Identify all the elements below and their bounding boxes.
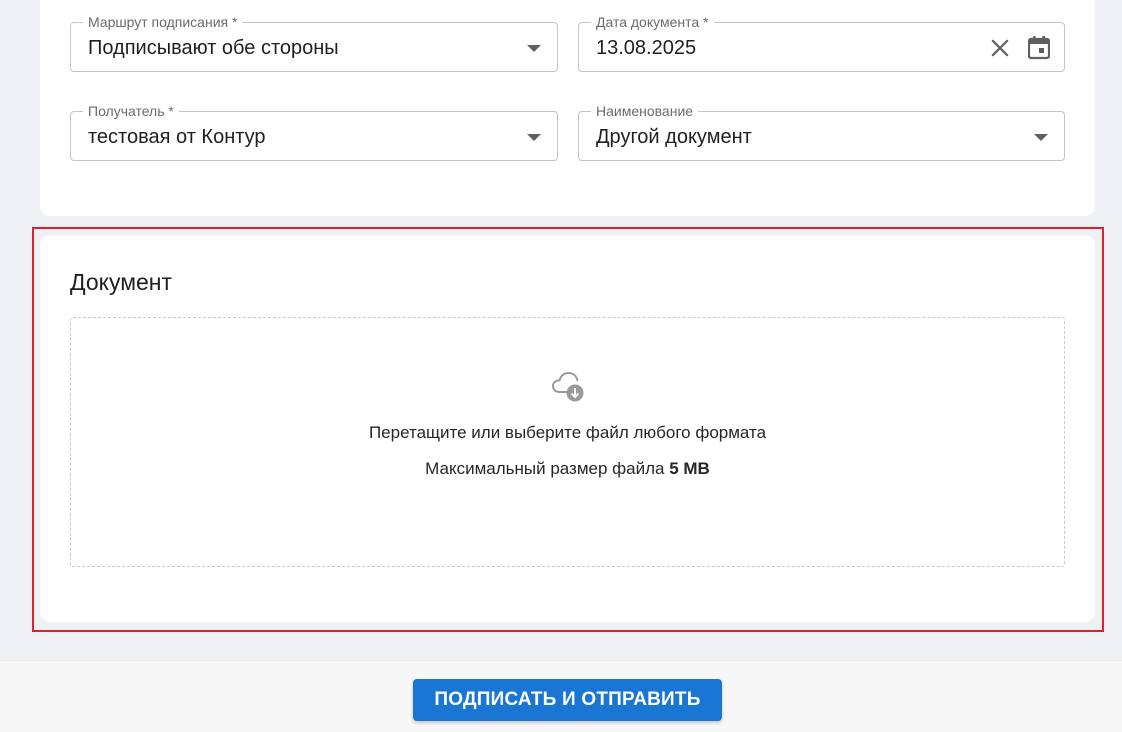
name-value: Другой документ xyxy=(596,126,752,148)
file-dropzone[interactable]: Перетащите или выберите файл любого форм… xyxy=(70,317,1065,567)
document-section-title: Документ xyxy=(70,269,173,295)
chevron-down-icon[interactable] xyxy=(527,45,541,52)
max-size-value: 5 MB xyxy=(669,459,710,478)
route-select[interactable]: Маршрут подписания * Подписывают обе сто… xyxy=(70,14,558,72)
document-date-field[interactable]: Дата документа * 13.08.2025 xyxy=(578,14,1065,72)
recipient-label: Получатель * xyxy=(83,103,179,119)
cloud-upload-icon xyxy=(551,368,587,404)
document-form-card: Маршрут подписания * Подписывают обе сто… xyxy=(40,0,1095,216)
route-value: Подписывают обе стороны xyxy=(88,37,339,59)
calendar-icon[interactable] xyxy=(1026,35,1052,61)
date-label: Дата документа * xyxy=(591,14,714,30)
recipient-value: тестовая от Контур xyxy=(88,126,266,148)
page: Маршрут подписания * Подписывают обе сто… xyxy=(0,0,1122,732)
route-label: Маршрут подписания * xyxy=(83,14,243,30)
recipient-select[interactable]: Получатель * тестовая от Контур xyxy=(70,103,558,161)
bottom-action-bar: ПОДПИСАТЬ И ОТПРАВИТЬ xyxy=(0,660,1122,732)
sign-and-send-button[interactable]: ПОДПИСАТЬ И ОТПРАВИТЬ xyxy=(413,679,722,721)
clear-icon[interactable] xyxy=(987,35,1013,61)
dropzone-max-size: Максимальный размер файла 5 MB xyxy=(71,458,1064,480)
max-size-prefix: Максимальный размер файла xyxy=(425,459,670,478)
name-label: Наименование xyxy=(591,103,699,119)
document-card: Документ Перетащите или выберите файл лю… xyxy=(40,235,1095,622)
date-value: 13.08.2025 xyxy=(596,37,697,59)
chevron-down-icon[interactable] xyxy=(527,134,541,141)
document-name-select[interactable]: Наименование Другой документ xyxy=(578,103,1065,161)
dropzone-instruction: Перетащите или выберите файл любого форм… xyxy=(368,423,767,442)
chevron-down-icon[interactable] xyxy=(1034,134,1048,141)
